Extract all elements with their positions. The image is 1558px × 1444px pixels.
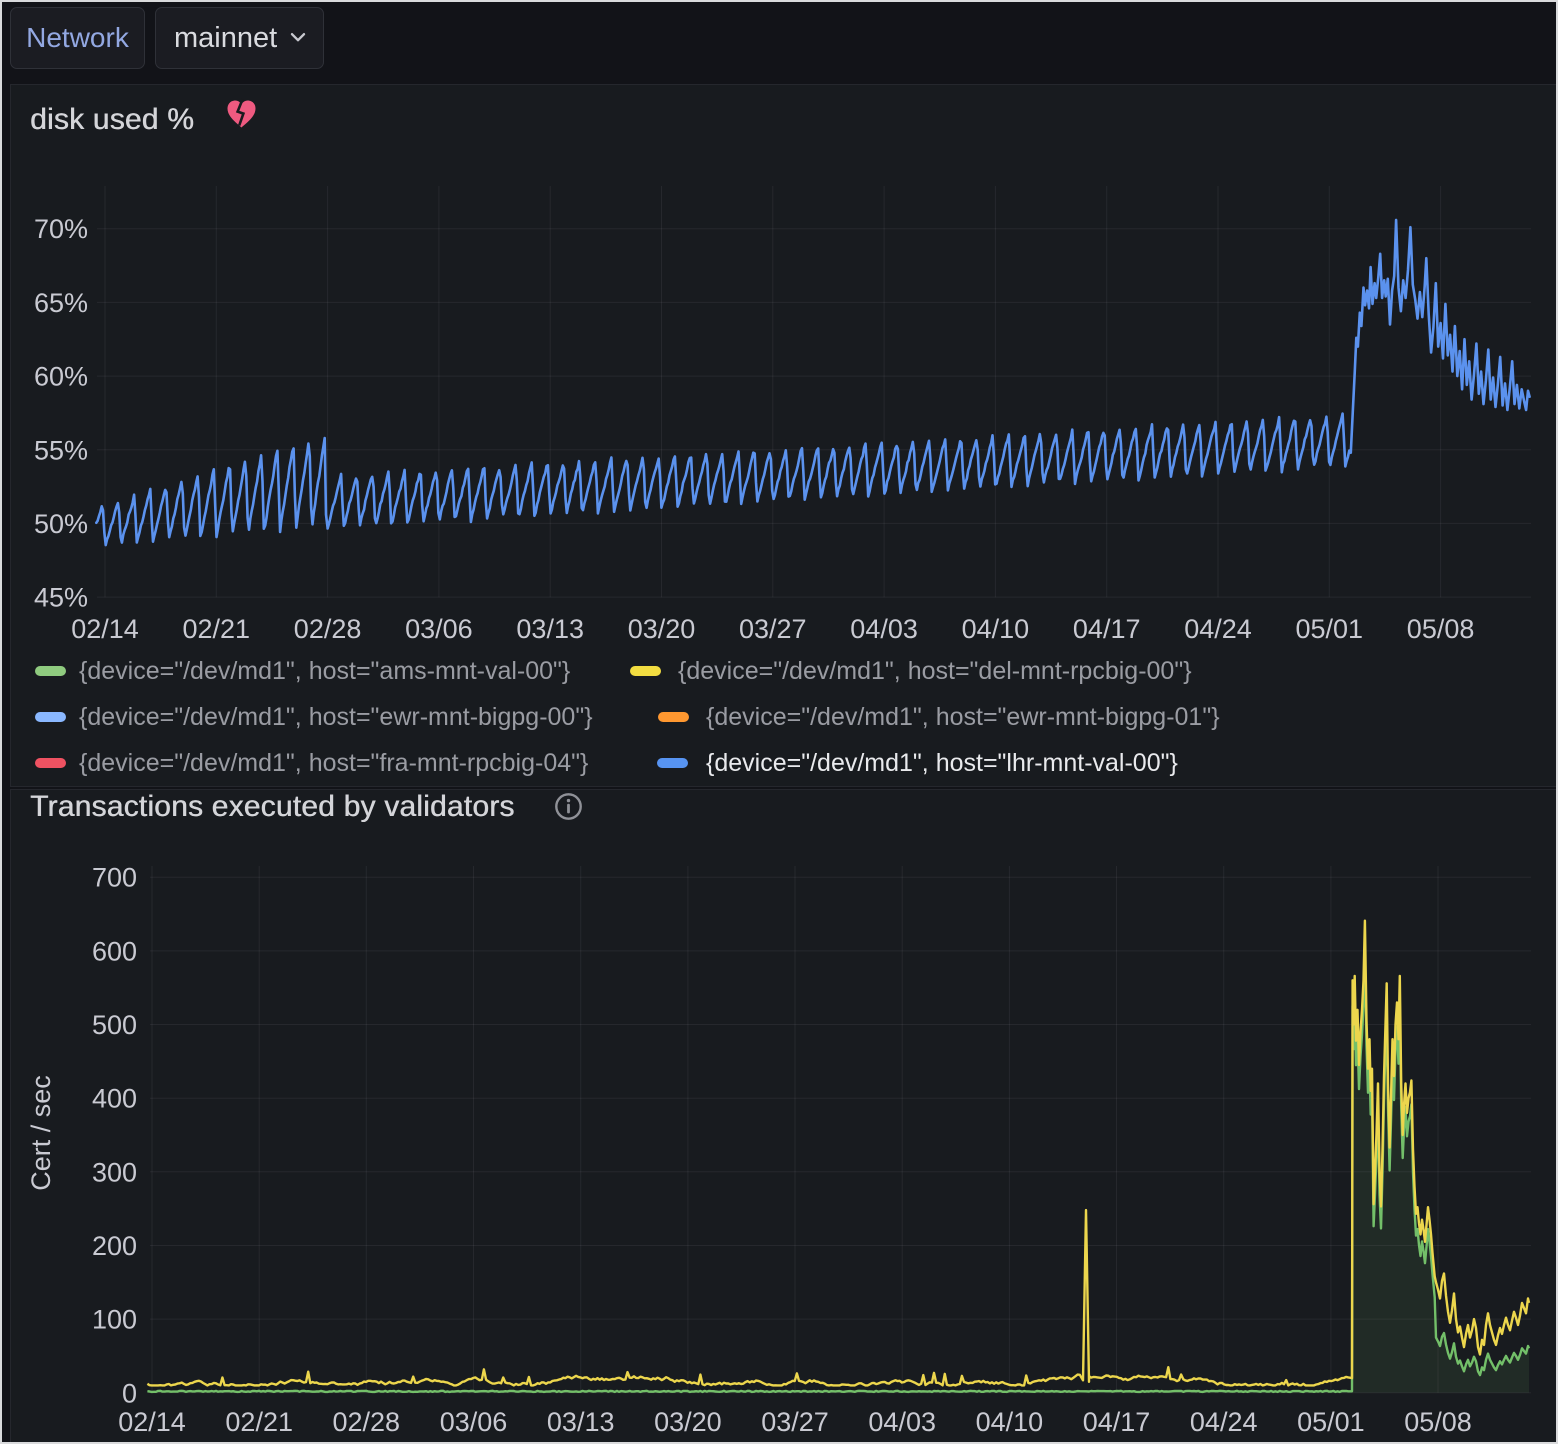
svg-text:04/17: 04/17 [1083, 1407, 1151, 1437]
svg-text:65%: 65% [34, 288, 88, 318]
svg-text:05/01: 05/01 [1297, 1407, 1365, 1437]
svg-text:55%: 55% [34, 435, 88, 465]
svg-text:400: 400 [92, 1084, 137, 1114]
svg-text:04/17: 04/17 [1073, 614, 1141, 644]
svg-text:04/24: 04/24 [1190, 1407, 1258, 1437]
svg-text:02/21: 02/21 [183, 614, 251, 644]
svg-text:04/03: 04/03 [850, 614, 918, 644]
svg-text:03/06: 03/06 [405, 614, 473, 644]
svg-text:04/03: 04/03 [868, 1407, 936, 1437]
svg-text:04/24: 04/24 [1184, 614, 1252, 644]
svg-text:45%: 45% [34, 583, 88, 613]
svg-text:60%: 60% [34, 362, 88, 392]
svg-text:500: 500 [92, 1010, 137, 1040]
svg-text:200: 200 [92, 1231, 137, 1261]
svg-text:03/27: 03/27 [739, 614, 807, 644]
svg-text:0: 0 [122, 1378, 137, 1408]
svg-text:03/20: 03/20 [628, 614, 696, 644]
svg-text:100: 100 [92, 1305, 137, 1335]
svg-text:04/10: 04/10 [976, 1407, 1044, 1437]
svg-text:05/08: 05/08 [1407, 614, 1475, 644]
svg-text:03/27: 03/27 [761, 1407, 829, 1437]
svg-text:03/13: 03/13 [516, 614, 584, 644]
svg-text:50%: 50% [34, 509, 88, 539]
svg-text:02/14: 02/14 [118, 1407, 186, 1437]
svg-text:02/21: 02/21 [225, 1407, 293, 1437]
svg-text:02/28: 02/28 [294, 614, 362, 644]
svg-text:600: 600 [92, 936, 137, 966]
svg-text:03/20: 03/20 [654, 1407, 722, 1437]
svg-text:03/06: 03/06 [440, 1407, 508, 1437]
svg-text:03/13: 03/13 [547, 1407, 615, 1437]
svg-text:05/08: 05/08 [1404, 1407, 1472, 1437]
svg-text:05/01: 05/01 [1296, 614, 1364, 644]
svg-text:04/10: 04/10 [962, 614, 1030, 644]
svg-text:02/28: 02/28 [333, 1407, 401, 1437]
svg-text:02/14: 02/14 [71, 614, 139, 644]
svg-text:70%: 70% [34, 214, 88, 244]
svg-text:Cert / sec: Cert / sec [26, 1075, 56, 1191]
svg-text:300: 300 [92, 1157, 137, 1187]
svg-text:700: 700 [92, 863, 137, 893]
